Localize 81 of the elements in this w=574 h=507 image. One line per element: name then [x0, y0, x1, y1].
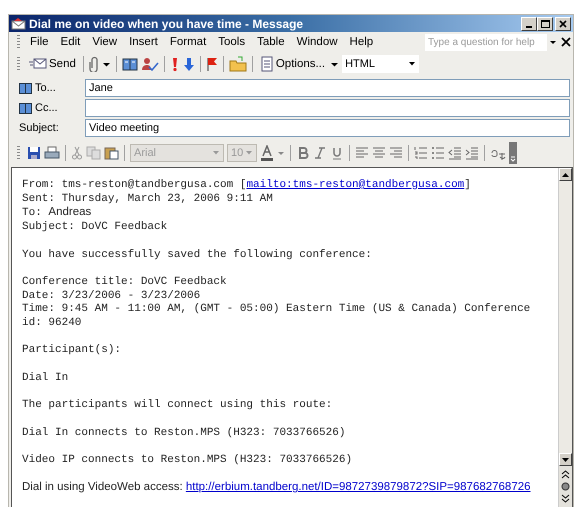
address-book-icon [19, 102, 32, 114]
message-line: Dial In [22, 372, 70, 386]
menu-item[interactable]: Format [164, 34, 212, 50]
message-line: You have successfully saved the following conference: [22, 248, 373, 262]
message-line: Sent: Thursday, March 23, 2006 9:11 AM [22, 192, 274, 206]
maximize-button[interactable] [537, 16, 553, 30]
message-line: Subject: DoVC Feedback [22, 221, 168, 235]
menu-item[interactable]: Edit [54, 34, 86, 50]
underline-icon[interactable] [330, 146, 344, 160]
overflow-icon[interactable] [509, 142, 517, 164]
align-left-icon[interactable] [355, 146, 369, 160]
envelope-icon [11, 17, 26, 30]
address-book-icon[interactable] [122, 57, 138, 71]
menu-item[interactable]: File [24, 34, 55, 50]
paste-icon[interactable] [104, 146, 119, 160]
message-line: Dial in using VideoWeb access: http://erbium.tandberg.net/ID=9872739879872?SIP=987682768726 [22, 481, 532, 496]
minimize-button[interactable] [521, 16, 537, 30]
font-color-icon[interactable] [260, 145, 274, 161]
menu-item[interactable]: Tools [212, 34, 252, 50]
scroll-up-button[interactable] [559, 168, 572, 181]
options-icon [260, 56, 274, 72]
address-book-icon [19, 82, 32, 94]
message-line: Dial In connects to Reston.MPS (H323: 7033766526) [22, 426, 346, 440]
address-button[interactable]: Cc... [19, 102, 85, 114]
menu-item[interactable]: View [86, 34, 124, 50]
message-line: The participants will connect using this route: [22, 399, 334, 413]
field-label: Subject: [19, 122, 60, 134]
message-line: Video IP connects to Reston.MPS (H323: 7033766526) [22, 454, 354, 468]
bold-icon[interactable] [296, 146, 310, 160]
close-button[interactable] [555, 16, 571, 30]
message-line: From: tms-reston@tandbergusa.com [mailto:tms-reston@tandbergusa.com] [22, 179, 472, 193]
maximize-icon [540, 20, 550, 28]
message-line: Conference title: DoVC Feedback [22, 276, 228, 290]
decrease-indent-icon[interactable] [448, 146, 462, 160]
next-page-icon[interactable] [561, 494, 570, 503]
recipient-field[interactable] [85, 99, 570, 117]
message-line: Date: 3/23/2006 - 3/23/2006 [22, 290, 202, 303]
flag-icon[interactable] [206, 56, 218, 72]
increase-indent-icon[interactable] [465, 146, 479, 160]
menu-item[interactable]: Table [251, 34, 291, 50]
down-arrow-icon[interactable] [182, 56, 195, 72]
options-button[interactable]: Options... [258, 54, 328, 74]
send-button[interactable]: Send [27, 54, 78, 74]
numbered-list-icon[interactable] [414, 146, 428, 160]
url-link[interactable]: http://erbium.tandberg.net/ID=9872739879872?SIP=987682768726 [186, 481, 531, 494]
email-link[interactable]: mailto:tms-reston@tandbergusa.com [246, 179, 464, 191]
window-title: Dial me on video when you have time - Message [29, 16, 304, 30]
paperclip-icon[interactable] [88, 56, 99, 72]
close-icon [559, 20, 567, 28]
previous-page-icon[interactable] [561, 470, 570, 479]
menu-item[interactable]: Insert [123, 34, 164, 50]
format-dropdown[interactable]: HTML [342, 55, 420, 73]
browse-object-icon[interactable] [561, 482, 570, 491]
align-center-icon[interactable] [372, 146, 386, 160]
message-line: Participant(s): [22, 344, 122, 358]
caret-icon[interactable] [102, 60, 111, 68]
message-line: To: Andreas [22, 206, 92, 221]
print-icon[interactable] [44, 146, 60, 160]
menu-item[interactable]: Window [290, 34, 344, 50]
caret-icon [212, 150, 220, 156]
message-line: Time: 9:45 AM - 11:00 AM, (GMT - 05:00) Eastern Time (US & Canada) Conference id: 96240 [22, 303, 532, 331]
minimize-icon [526, 26, 532, 28]
close-icon[interactable] [559, 37, 573, 47]
recipient-field[interactable]: Jane [85, 79, 570, 97]
folder-icon[interactable] [228, 56, 247, 72]
align-right-icon[interactable] [389, 146, 403, 160]
italic-icon[interactable] [313, 146, 327, 160]
menu-item[interactable]: Help [344, 34, 380, 50]
caret-icon [408, 61, 416, 67]
up-arrow-icon [562, 172, 569, 176]
scroll-down-button[interactable] [559, 453, 572, 466]
bulleted-list-icon[interactable] [431, 146, 445, 160]
check-names-icon[interactable] [140, 56, 159, 72]
down-arrow-icon [562, 458, 569, 462]
caret-icon [245, 150, 253, 156]
subject-field[interactable]: Video meeting [85, 119, 570, 137]
address-button[interactable]: To... [19, 82, 85, 94]
save-icon[interactable] [27, 146, 41, 160]
send-icon [29, 58, 47, 70]
help-search-field[interactable]: Type a question for help [425, 34, 547, 50]
caret-icon[interactable] [330, 60, 340, 68]
